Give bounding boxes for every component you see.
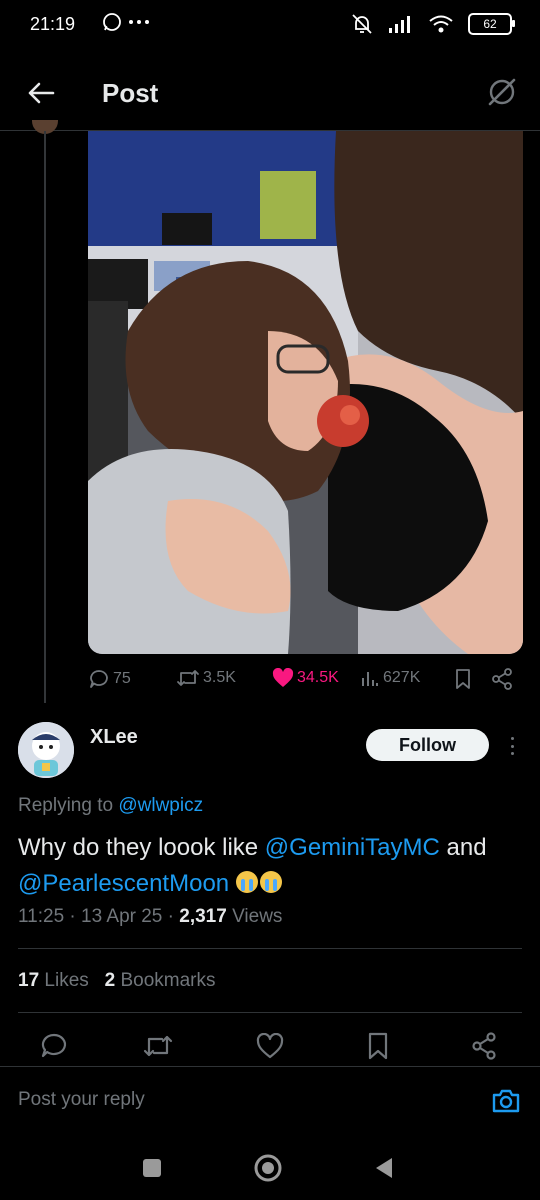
reply-views-label: Views [232, 906, 283, 927]
reply-share-button[interactable] [464, 1028, 504, 1064]
bell-muted-icon [352, 14, 372, 34]
reply-text: Why do they loook like @GeminiTayMC and … [18, 830, 528, 902]
reply-input[interactable] [18, 1089, 438, 1111]
reply-meta: 11:25 · 13 Apr 25 · 2,317 Views [18, 906, 283, 927]
photo-illustration [88, 131, 523, 654]
system-navigation-bar [0, 1136, 540, 1200]
views-action[interactable]: 627K [360, 668, 420, 688]
bookmarks-stat[interactable]: 2 Bookmarks [105, 970, 216, 991]
reply-text-part2: and [446, 834, 487, 861]
whatsapp-icon [103, 13, 121, 31]
reply-bookmark-button[interactable] [358, 1028, 398, 1064]
repost-icon [143, 1035, 173, 1057]
heart-filled-icon [272, 668, 294, 687]
reply-text-part1: Why do they loook like [18, 834, 259, 861]
likes-stat[interactable]: 17 Likes [18, 970, 89, 991]
analytics-icon [362, 672, 378, 686]
reply-count: 75 [113, 670, 131, 687]
reply-like-button[interactable] [250, 1028, 290, 1064]
home-circle-icon [254, 1154, 282, 1182]
post-photo[interactable] [88, 131, 523, 654]
more-dot [510, 737, 514, 740]
back-button[interactable] [24, 76, 58, 110]
repost-action[interactable]: 3.5K [176, 668, 236, 688]
comment-icon [41, 1033, 67, 1058]
bookmarks-label: Bookmarks [120, 970, 216, 991]
top-app-bar: Post [0, 60, 540, 131]
divider [18, 1012, 522, 1013]
triangle-back-icon [376, 1158, 392, 1178]
signal-icon [389, 16, 410, 33]
share-action[interactable] [491, 668, 513, 690]
reply-time: 11:25 [18, 906, 65, 927]
reply-repost-button[interactable] [138, 1028, 178, 1064]
more-dot [510, 752, 514, 755]
like-action[interactable]: 34.5K [272, 668, 339, 688]
bookmark-action[interactable] [454, 668, 472, 690]
post-action-bar: 75 3.5K 34.5K 627K [88, 668, 523, 692]
mention-link-2[interactable]: @PearlescentMoon [18, 870, 229, 897]
like-count: 34.5K [297, 669, 339, 686]
status-time: 21:19 [30, 14, 76, 34]
grok-icon [488, 78, 516, 106]
reply-action-bar [0, 1028, 540, 1064]
crying-emoji-icon [259, 871, 282, 893]
arrow-left-icon [28, 82, 55, 104]
reply-stats: 17 Likes 2 Bookmarks [18, 970, 216, 992]
recents-button[interactable] [134, 1150, 170, 1186]
thread-connector [44, 131, 46, 703]
reply-comment-button[interactable] [34, 1028, 74, 1064]
replying-handle-link[interactable]: @wlwpicz [118, 795, 203, 816]
wifi-icon [429, 15, 453, 33]
reply-action[interactable]: 75 [88, 668, 131, 690]
follow-button[interactable]: Follow [366, 729, 489, 761]
status-bar: 21:19 62 [0, 0, 540, 54]
square-icon [143, 1159, 161, 1177]
repost-icon [177, 670, 199, 686]
status-right: 62 [350, 12, 515, 36]
mention-link-1[interactable]: @GeminiTayMC [265, 834, 440, 861]
divider [18, 948, 522, 949]
views-count: 627K [383, 669, 421, 686]
repost-count: 3.5K [203, 669, 236, 686]
page-title: Post [102, 78, 159, 108]
replying-prefix: Replying to [18, 795, 114, 816]
avatar-image [18, 722, 74, 778]
reply-author-name[interactable]: XLee [90, 726, 138, 749]
reply-composer [0, 1066, 540, 1137]
share-icon [492, 668, 512, 690]
reply-author-avatar[interactable] [18, 722, 74, 778]
more-options-button[interactable] [502, 734, 522, 758]
bookmark-icon [368, 1032, 388, 1060]
likes-label: Likes [44, 970, 89, 991]
crying-emoji-icon [235, 871, 258, 893]
share-icon [472, 1032, 496, 1060]
heart-icon [256, 1033, 284, 1059]
grok-button[interactable] [484, 74, 520, 110]
home-button[interactable] [250, 1150, 286, 1186]
bookmark-icon [456, 669, 470, 689]
more-dot [510, 744, 514, 748]
system-back-button[interactable] [366, 1150, 402, 1186]
battery-indicator: 62 [468, 13, 515, 35]
camera-button[interactable] [488, 1083, 524, 1119]
bookmarks-count: 2 [104, 970, 116, 991]
more-notifications-icon [129, 20, 149, 24]
reply-date: 13 Apr 25 [81, 906, 163, 927]
likes-count: 17 [18, 970, 40, 991]
comment-icon [90, 670, 108, 688]
replying-to-line: Replying to @wlwpicz [18, 795, 203, 817]
camera-icon [492, 1089, 520, 1113]
status-notifications [78, 12, 150, 32]
reply-views-count: 2,317 [179, 906, 227, 927]
